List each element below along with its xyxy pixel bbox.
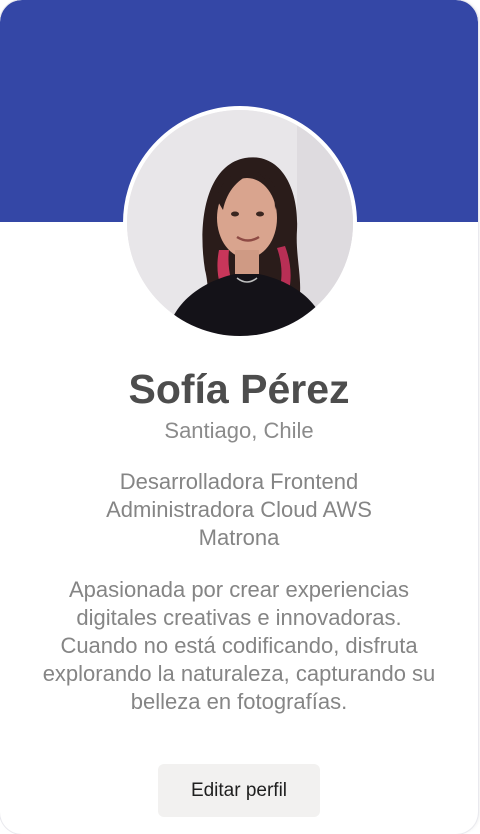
avatar-photo [127,110,353,336]
avatar [123,106,357,340]
role-item: Desarrolladora Frontend [119,469,359,494]
role-item: Matrona [198,525,280,550]
profile-roles: Desarrolladora Frontend Administradora C… [0,468,478,552]
profile-name: Sofía Pérez [128,366,350,412]
profile-card: Sofía Pérez Santiago, Chile Desarrollado… [0,0,478,834]
role-item: Administradora Cloud AWS [106,497,372,522]
profile-bio: Apasionada por crear experiencias digita… [42,577,436,714]
edit-profile-button[interactable]: Editar perfil [158,764,320,817]
profile-location: Santiago, Chile [164,418,314,443]
